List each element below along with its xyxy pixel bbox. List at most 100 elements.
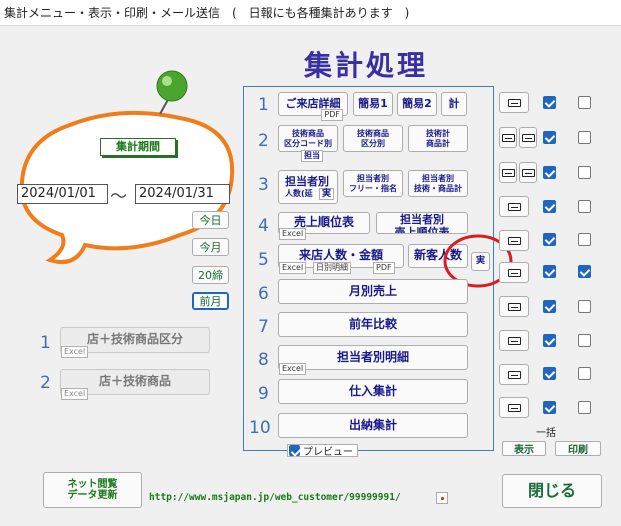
window-title: 集計メニュー・表示・印刷・メール送信 ( 日報にも各種集計あります ) (0, 0, 621, 26)
batch-print-button[interactable]: 印刷 (555, 441, 601, 456)
show-checkbox-9[interactable] (543, 367, 556, 380)
left-item-number-2: 2 (40, 373, 51, 393)
show-checkbox-8[interactable] (543, 334, 556, 347)
row-number-2: 2 (258, 131, 269, 151)
keyboard-icon-button-2b[interactable] (519, 127, 537, 148)
keyboard-icon (508, 202, 521, 211)
staff-detail-button[interactable]: 担当者別明細 Excel (278, 345, 468, 375)
last-month-button[interactable]: 前月 (192, 292, 229, 310)
keyboard-icon (502, 133, 515, 142)
excel-tag: Excel (279, 363, 307, 375)
customer-url-link[interactable]: http://www.msjapan.jp/web_customer/99999… (149, 492, 401, 503)
keyboard-icon-button-6[interactable] (499, 262, 529, 283)
left-item-number-1: 1 (40, 333, 51, 353)
this-month-button[interactable]: 今月 (192, 238, 229, 256)
show-checkbox-6[interactable] (543, 265, 556, 278)
keyboard-icon (522, 133, 535, 142)
date-from-field[interactable]: 2024/01/01 (17, 184, 108, 204)
pdf-tag: PDF (373, 262, 395, 274)
monthly-sales-button[interactable]: 月別売上 (278, 279, 468, 304)
actual-tag: 実 (318, 188, 334, 200)
staff-tech-product-button[interactable]: 担当者別 技術・商品計 (408, 170, 468, 197)
row-number-1: 1 (258, 95, 269, 115)
keyboard-icon-button-3a[interactable] (499, 162, 517, 183)
print-checkbox-4[interactable] (578, 200, 591, 213)
keyboard-icon (508, 98, 521, 107)
show-checkbox-3[interactable] (543, 166, 556, 179)
date-to-field[interactable]: 2024/01/31 (135, 184, 230, 204)
purchase-summary-button[interactable]: 仕入集計 (278, 379, 468, 404)
simple1-button[interactable]: 簡易1 (353, 92, 393, 116)
store-tech-category-button[interactable]: 店＋技術商品区分 Excel (60, 327, 210, 358)
keyboard-icon-button-5[interactable] (499, 230, 529, 251)
preview-toggle[interactable]: プレビュー (287, 444, 358, 458)
staff-sales-ranking-button[interactable]: 担当者別 売上順位表 (376, 212, 468, 234)
pin-icon (156, 70, 188, 115)
tech-category-button[interactable]: 技術商品 区分別 (343, 125, 403, 152)
print-checkbox-8[interactable] (578, 334, 591, 347)
row-number-3: 3 (258, 175, 269, 195)
print-checkbox-3[interactable] (578, 166, 591, 179)
row-number-6: 6 (258, 284, 269, 304)
print-checkbox-5[interactable] (578, 233, 591, 246)
period-label: 集計期間 (100, 138, 176, 156)
preview-checkbox[interactable] (289, 445, 300, 456)
keyboard-icon (508, 336, 521, 345)
keyboard-icon-button-10[interactable] (499, 397, 529, 418)
staff-tag: 担当 (301, 150, 323, 162)
pdf-tag: PDF (321, 109, 343, 121)
visitor-count-amount-button[interactable]: 来店人数・金額 Excel 日別明細 PDF (278, 244, 404, 274)
tech-category-code-button[interactable]: 技術商品 区分コード別 担当 (278, 125, 338, 162)
keyboard-icon-button-1[interactable] (499, 92, 529, 113)
cashbook-summary-button[interactable]: 出納集計 (278, 413, 468, 438)
visit-detail-button[interactable]: ご来店詳細 PDF (278, 92, 348, 121)
visitor-count-amount-label: 来店人数・金額 (298, 248, 383, 263)
excel-tag: Excel (279, 262, 307, 274)
tech-product-total-button[interactable]: 技術計 商品計 (408, 125, 468, 152)
batch-show-button[interactable]: 表示 (502, 441, 546, 456)
close-20th-button[interactable]: 20締 (192, 266, 229, 284)
keyboard-icon-button-9[interactable] (499, 364, 529, 385)
print-checkbox-9[interactable] (578, 367, 591, 380)
page-title: 集計処理 (304, 49, 429, 82)
print-checkbox-6[interactable] (578, 265, 591, 278)
dot-icon (441, 497, 444, 500)
print-checkbox-2[interactable] (578, 131, 591, 144)
url-action-button[interactable] (436, 492, 448, 504)
keyboard-icon-button-3b[interactable] (519, 162, 537, 183)
print-checkbox-10[interactable] (578, 401, 591, 414)
keyboard-icon-button-8[interactable] (499, 330, 529, 351)
staff-free-nomination-button[interactable]: 担当者別 フリー・指名 (343, 170, 403, 197)
show-checkbox-5[interactable] (543, 233, 556, 246)
excel-tag: Excel (61, 346, 89, 358)
sales-ranking-button[interactable]: 売上順位表 Excel (278, 212, 370, 240)
row-number-10: 10 (249, 418, 271, 438)
simple2-button[interactable]: 簡易2 (397, 92, 437, 116)
show-checkbox-1[interactable] (543, 96, 556, 109)
excel-tag: Excel (279, 228, 307, 240)
show-checkbox-4[interactable] (543, 200, 556, 213)
staff-count-button[interactable]: 担当者別 人数(延 実 (278, 170, 338, 204)
store-tech-product-button[interactable]: 店＋技術商品 Excel (60, 369, 210, 400)
staff-count-label: 担当者別 (285, 175, 329, 189)
total-button[interactable]: 計 (441, 92, 467, 116)
show-checkbox-7[interactable] (543, 300, 556, 313)
batch-label: 一括 (536, 428, 556, 439)
show-checkbox-10[interactable] (543, 401, 556, 414)
keyboard-icon (508, 236, 521, 245)
row-number-7: 7 (258, 317, 269, 337)
print-checkbox-7[interactable] (578, 300, 591, 313)
print-checkbox-1[interactable] (578, 96, 591, 109)
show-checkbox-2[interactable] (543, 131, 556, 144)
net-data-update-button[interactable]: ネット閲覧 データ更新 (43, 472, 142, 508)
row-number-5: 5 (258, 250, 269, 270)
daily-detail-tag: 日別明細 (313, 262, 351, 274)
year-comparison-button[interactable]: 前年比較 (278, 312, 468, 337)
keyboard-icon-button-7[interactable] (499, 296, 529, 317)
excel-tag: Excel (61, 388, 89, 400)
keyboard-icon-button-2a[interactable] (499, 127, 517, 148)
close-button[interactable]: 閉じる (502, 474, 602, 508)
keyboard-icon-button-4[interactable] (499, 196, 529, 217)
row-number-4: 4 (258, 216, 269, 236)
today-button[interactable]: 今日 (192, 211, 229, 229)
